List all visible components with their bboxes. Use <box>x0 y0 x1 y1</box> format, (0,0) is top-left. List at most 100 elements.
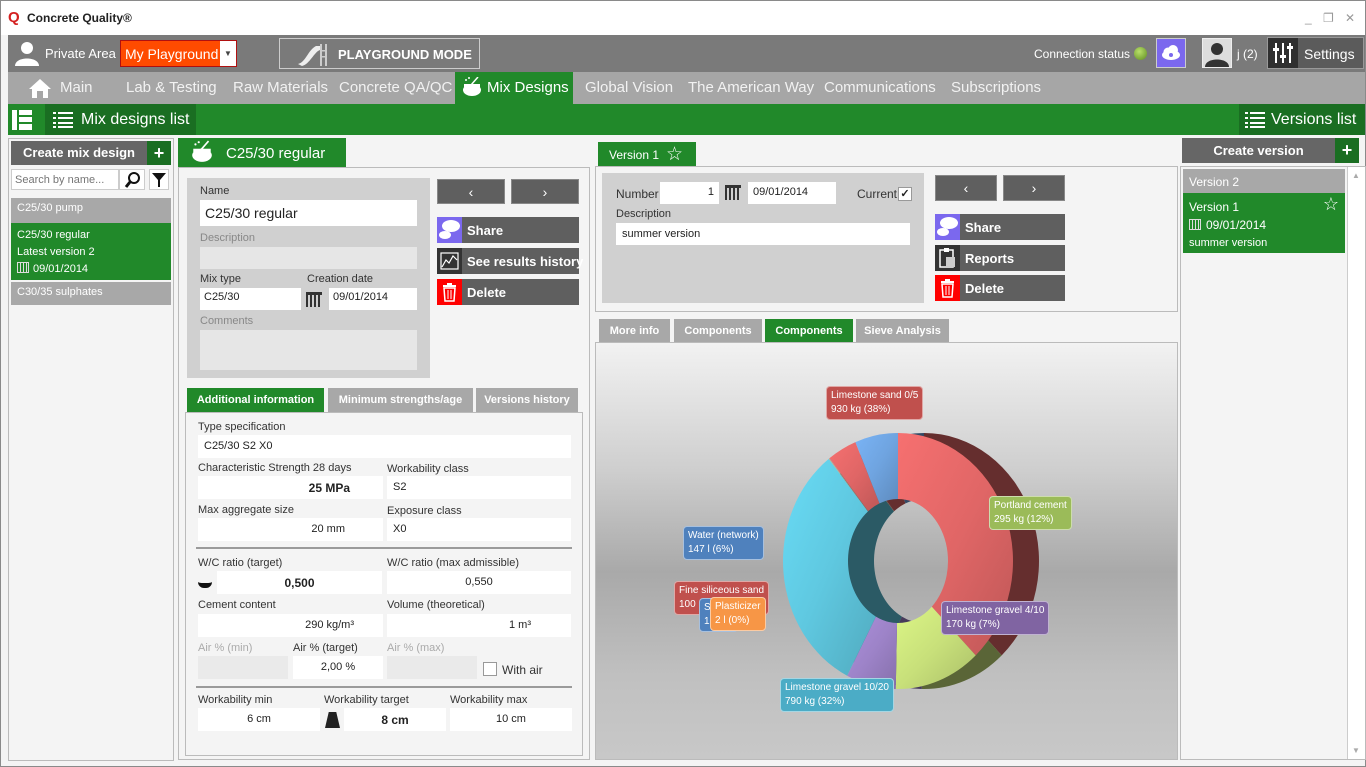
air-max-label: Air % (max) <box>387 642 445 654</box>
volume-field[interactable]: 1 m³ <box>387 614 571 637</box>
air-target-label: Air % (target) <box>293 642 358 654</box>
mix-list-item[interactable]: C25/30 pump <box>11 198 171 223</box>
star-icon[interactable]: ☆ <box>666 143 683 166</box>
mix-design-tab[interactable]: C25/30 regular <box>178 138 346 167</box>
previous-button[interactable]: ‹ <box>437 179 505 204</box>
search-input[interactable] <box>11 169 119 190</box>
playground-select-value: My Playground <box>125 46 219 62</box>
max-aggregate-field[interactable]: 20 mm <box>198 518 383 541</box>
workability-target-field[interactable]: 8 cm <box>344 708 446 731</box>
restore-button[interactable]: ❐ <box>1323 11 1334 25</box>
current-checkbox[interactable]: ✓ <box>898 187 912 201</box>
cement-content-field[interactable]: 290 kg/m³ <box>198 614 383 637</box>
scroll-up-icon[interactable]: ▲ <box>1352 171 1360 180</box>
sliders-icon <box>1268 38 1298 68</box>
wc-max-field[interactable]: 0,550 <box>387 571 571 594</box>
mix-designs-list-button[interactable]: Mix designs list <box>45 104 196 135</box>
version-list-item[interactable]: Version 2 <box>1183 169 1345 193</box>
next-button[interactable]: › <box>511 179 579 204</box>
workability-class-field[interactable]: S2 <box>387 476 571 499</box>
playground-select[interactable]: My Playground ▼ <box>120 40 237 67</box>
wc-target-field[interactable]: 0,500 <box>217 571 382 594</box>
calendar-icon[interactable] <box>725 185 741 200</box>
share-button[interactable]: Share <box>437 217 579 243</box>
type-spec-field[interactable]: C25/30 S2 X0 <box>198 435 571 458</box>
name-field[interactable]: C25/30 regular <box>200 200 417 226</box>
calendar-icon[interactable] <box>306 292 322 307</box>
additional-information-panel: Type specification C25/30 S2 X0 Characte… <box>185 412 583 756</box>
add-version-button[interactable]: + <box>1335 138 1359 163</box>
list-icon <box>53 112 73 128</box>
search-button[interactable] <box>119 169 145 190</box>
create-version-button[interactable]: Create version <box>1182 138 1335 163</box>
nav-item-subscriptions[interactable]: Subscriptions <box>951 79 1041 96</box>
delete-version-button[interactable]: Delete <box>935 275 1065 301</box>
tab-additional-information[interactable]: Additional information <box>187 388 324 412</box>
tab-versions-history[interactable]: Versions history <box>476 388 578 412</box>
calendar-icon <box>1189 219 1201 230</box>
with-air-checkbox[interactable] <box>483 662 497 676</box>
settings-button[interactable]: Settings <box>1267 37 1364 69</box>
nav-item-raw-materials[interactable]: Raw Materials <box>233 79 328 96</box>
tab-more-info[interactable]: More info <box>599 319 670 343</box>
mix-list-item[interactable]: C30/35 sulphates <box>11 282 171 305</box>
air-target-field[interactable]: 2,00 % <box>293 656 383 679</box>
filter-button[interactable] <box>149 169 169 190</box>
nav-item-concrete-qa-qc[interactable]: Concrete QA/QC <box>339 79 452 96</box>
layout-grid-icon[interactable] <box>11 109 33 131</box>
nav-item-american-way[interactable]: The American Way <box>688 79 814 96</box>
version-item-title: Version 2 <box>1189 175 1240 189</box>
creation-date-field[interactable]: 09/01/2014 <box>329 288 417 310</box>
reports-button[interactable]: Reports <box>935 245 1065 271</box>
minimize-button[interactable]: _ <box>1305 11 1312 25</box>
char-strength-label: Characteristic Strength 28 days <box>198 462 352 474</box>
version-previous-button[interactable]: ‹ <box>935 175 997 201</box>
playground-mode-button[interactable]: PLAYGROUND MODE <box>279 38 480 69</box>
avatar[interactable] <box>1202 38 1232 68</box>
divider <box>196 547 572 549</box>
type-spec-label: Type specification <box>198 421 286 433</box>
description-field[interactable] <box>200 247 417 269</box>
top-bar: Private Area My Playground ▼ PLAYGROUND … <box>8 35 1365 72</box>
star-icon[interactable]: ☆ <box>1323 195 1339 213</box>
chart-data-label: Portland cement 295 kg (12%) <box>989 496 1072 530</box>
comments-field[interactable] <box>200 330 417 370</box>
cloud-sync-button[interactable] <box>1156 38 1186 68</box>
version-description-label: Description <box>616 208 672 220</box>
nav-item-global-vision[interactable]: Global Vision <box>585 79 673 96</box>
create-mix-design-button[interactable]: Create mix design <box>11 141 147 165</box>
version-next-button[interactable]: › <box>1003 175 1065 201</box>
tab-components[interactable]: Components <box>674 319 762 343</box>
air-min-field[interactable] <box>198 656 288 679</box>
delete-mix-button[interactable]: Delete <box>437 279 579 305</box>
workability-min-field[interactable]: 6 cm <box>198 708 320 731</box>
nav-item-mix-designs[interactable]: Mix Designs <box>455 72 573 104</box>
add-mix-design-button[interactable]: + <box>147 141 171 165</box>
tab-minimum-strengths[interactable]: Minimum strengths/age <box>328 388 473 412</box>
versions-list-button[interactable]: Versions list <box>1239 104 1365 135</box>
scroll-down-icon[interactable]: ▼ <box>1352 746 1360 755</box>
workability-max-field[interactable]: 10 cm <box>450 708 572 731</box>
app-logo-icon: Q <box>8 9 20 26</box>
nav-item-main[interactable]: Main <box>28 79 93 98</box>
tab-components-chart[interactable]: Components <box>765 319 853 343</box>
tab-sieve-analysis[interactable]: Sieve Analysis <box>856 319 949 343</box>
air-max-field[interactable] <box>387 656 477 679</box>
see-results-history-button[interactable]: See results history <box>437 248 583 274</box>
see-results-history-label: See results history <box>467 254 584 269</box>
number-field[interactable]: 1 <box>660 182 719 204</box>
versions-scrollbar[interactable]: ▲ ▼ <box>1347 167 1365 759</box>
version-tab[interactable]: Version 1 ☆ <box>598 142 696 167</box>
divider <box>196 686 572 688</box>
mix-type-field[interactable]: C25/30 <box>200 288 301 310</box>
nav-item-communications[interactable]: Communications <box>824 79 936 96</box>
version-share-button[interactable]: Share <box>935 214 1065 240</box>
version-list-item-selected[interactable]: Version 1 09/01/2014 summer version ☆ <box>1183 193 1345 253</box>
char-strength-field[interactable]: 25 MPa <box>198 476 383 499</box>
nav-item-lab-testing[interactable]: Lab & Testing <box>126 79 217 96</box>
exposure-class-field[interactable]: X0 <box>387 518 571 541</box>
close-button[interactable]: ✕ <box>1345 11 1355 25</box>
version-description-field[interactable]: summer version <box>616 223 910 245</box>
mix-list-item-selected[interactable]: C25/30 regular Latest version 2 09/01/20… <box>11 223 171 280</box>
version-date-field[interactable]: 09/01/2014 <box>748 182 836 204</box>
